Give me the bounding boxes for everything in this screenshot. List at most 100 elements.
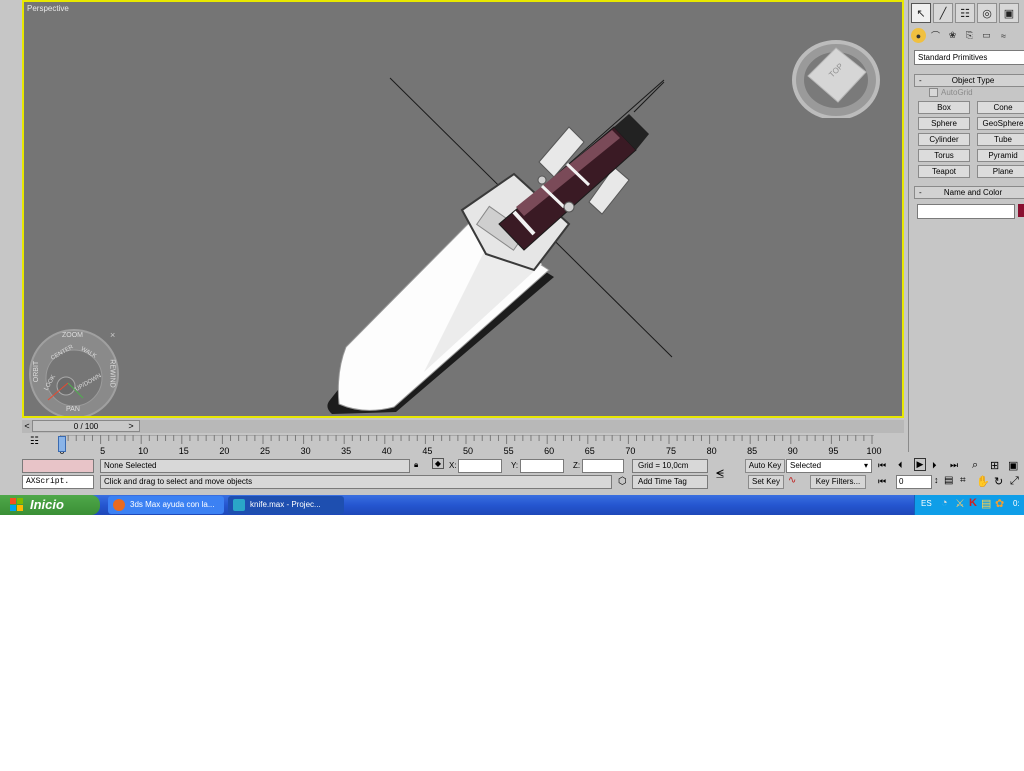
time-config-icon[interactable]: ▤ <box>944 475 953 486</box>
previous-frame-icon[interactable]: ⏴ <box>898 460 903 471</box>
name-color-rollout[interactable]: - Name and Color <box>914 186 1024 199</box>
category-dropdown[interactable]: Standard Primitives <box>914 50 1024 65</box>
messenger-icon[interactable]: ▤ <box>981 497 991 510</box>
lights-icon[interactable]: ❀ <box>945 28 960 43</box>
plane-button[interactable]: Plane <box>977 165 1024 178</box>
frame-spinner-icon[interactable]: ↕ <box>934 475 939 485</box>
z-label: Z: <box>573 461 581 470</box>
orbit-icon[interactable]: ↻ <box>994 475 1003 488</box>
firefox-icon <box>113 499 125 511</box>
zoom-icon[interactable]: ⌕ <box>972 459 978 472</box>
windows-logo-icon <box>10 498 23 511</box>
current-frame-marker[interactable] <box>58 436 66 452</box>
object-type-rollout[interactable]: - Object Type <box>914 74 1024 87</box>
language-indicator[interactable]: ES <box>921 499 932 508</box>
helpers-icon[interactable]: ▭ <box>979 28 994 43</box>
task-3dsmax[interactable]: knife.max - Projec... <box>228 496 344 514</box>
chevron-down-icon: ▾ <box>863 461 868 470</box>
viewcube[interactable]: TOP <box>792 36 880 120</box>
selected-dropdown-value: Selected <box>790 461 822 470</box>
update-icon[interactable]: ✿ <box>995 497 1004 510</box>
cameras-icon[interactable]: ⎘ <box>962 28 977 43</box>
knife-model[interactable] <box>24 2 902 416</box>
y-coordinate-field[interactable] <box>520 459 564 473</box>
current-frame-field[interactable]: 0 <box>896 475 932 489</box>
tube-button[interactable]: Tube <box>977 133 1024 146</box>
go-to-start-icon[interactable]: ⏮ <box>878 460 886 471</box>
pyramid-button[interactable]: Pyramid <box>977 149 1024 162</box>
set-key-icon[interactable]: ⪬ <box>716 465 724 482</box>
wheel-close-icon[interactable]: × <box>110 330 115 340</box>
display-tab-icon[interactable]: ▣ <box>999 3 1019 23</box>
slider-next-icon[interactable]: > <box>126 420 136 432</box>
wheel-pan[interactable]: PAN <box>66 406 80 413</box>
cylinder-button[interactable]: Cylinder <box>918 133 970 146</box>
volume-icon[interactable]: ◔ <box>941 497 948 509</box>
wheel-zoom[interactable]: ZOOM <box>62 332 83 339</box>
start-label: Inicio <box>30 497 64 512</box>
zoom-all-icon[interactable]: ⊞ <box>990 459 999 472</box>
create-tab-icon[interactable]: ↖ <box>911 3 931 23</box>
perspective-viewport[interactable]: Perspective TOP ZOOM ORBIT CENTER WALK R… <box>22 0 904 418</box>
shapes-icon[interactable]: ⌒ <box>928 28 943 43</box>
zoom-extents-icon[interactable]: ▣ <box>1008 459 1018 472</box>
start-button[interactable]: Inicio <box>0 495 100 515</box>
task-firefox[interactable]: 3ds Max ayuda con la... <box>108 496 224 514</box>
key-filters-button[interactable]: Key Filters... <box>810 475 866 489</box>
steering-wheel[interactable]: ZOOM ORBIT CENTER WALK REWIND LOOK UP/DO… <box>28 328 120 416</box>
antivirus-icon[interactable]: K <box>969 497 977 509</box>
box-button[interactable]: Box <box>918 101 970 114</box>
play-icon[interactable]: ▶ <box>914 458 926 471</box>
set-key-button[interactable]: Set Key <box>748 475 784 489</box>
windows-taskbar: Inicio 3ds Max ayuda con la... knife.max… <box>0 495 1024 515</box>
torus-button[interactable]: Torus <box>918 149 970 162</box>
wheel-orbit[interactable]: ORBIT <box>33 361 40 382</box>
clock: 0: <box>1013 499 1020 508</box>
cone-button[interactable]: Cone <box>977 101 1024 114</box>
motion-tab-icon[interactable]: ◎ <box>977 3 997 23</box>
maxscript-input[interactable]: AXScript. <box>22 475 94 489</box>
object-color-swatch[interactable] <box>1018 204 1024 217</box>
pan-icon[interactable]: ✋ <box>976 475 990 488</box>
curve-editor-icon[interactable]: ☷ <box>30 436 39 447</box>
go-to-end-icon[interactable]: ⏭ <box>950 460 958 471</box>
prompt-line: Click and drag to select and move object… <box>100 475 612 489</box>
auto-key-button[interactable]: Auto Key <box>745 459 785 473</box>
time-slider-thumb[interactable]: 0 / 100 <box>32 420 140 432</box>
checkbox-icon <box>929 88 938 97</box>
collapse-icon: - <box>919 188 922 197</box>
wheel-rewind[interactable]: REWIND <box>109 359 116 387</box>
command-panel: ↖ ╱ ☷ ◎ ▣ ● ⌒ ❀ ⎘ ▭ ≈ Standard Primitive… <box>908 0 1024 452</box>
z-coordinate-field[interactable] <box>582 459 624 473</box>
network-icon[interactable]: ⚔ <box>955 497 965 510</box>
teapot-button[interactable]: Teapot <box>918 165 970 178</box>
x-coordinate-field[interactable] <box>458 459 502 473</box>
next-frame-icon[interactable]: ⏵ <box>932 460 937 471</box>
region-zoom-icon[interactable]: ⌗ <box>960 475 966 486</box>
key-mode-icon[interactable]: ⏮ <box>878 476 886 487</box>
spacewarps-icon[interactable]: ≈ <box>996 28 1011 43</box>
modify-tab-icon[interactable]: ╱ <box>933 3 953 23</box>
hierarchy-tab-icon[interactable]: ☷ <box>955 3 975 23</box>
add-time-tag[interactable]: Add Time Tag <box>632 475 708 489</box>
geometry-icon[interactable]: ● <box>911 28 926 43</box>
wheel-center <box>56 376 76 396</box>
geosphere-button[interactable]: GeoSphere <box>977 117 1024 130</box>
create-subtabs: ● ⌒ ❀ ⎘ ▭ ≈ <box>911 28 1011 43</box>
autogrid-checkbox[interactable]: AutoGrid <box>929 88 973 97</box>
maxscript-listener-pink[interactable] <box>22 459 94 473</box>
3dsmax-window: Perspective TOP ZOOM ORBIT CENTER WALK R… <box>0 0 1024 515</box>
object-name-field[interactable] <box>917 204 1015 219</box>
lock-icon[interactable]: 🔒︎ <box>414 460 418 470</box>
status-bar: AXScript. None Selected Click and drag t… <box>0 455 1024 495</box>
autogrid-label: AutoGrid <box>941 88 973 97</box>
transform-mode-icon[interactable]: ◆ <box>432 458 444 469</box>
sphere-button[interactable]: Sphere <box>918 117 970 130</box>
time-slider[interactable]: < 0 / 100 > <box>22 420 904 433</box>
slider-prev-icon[interactable]: < <box>22 420 32 432</box>
maximize-viewport-icon[interactable]: ⤢ <box>1010 475 1019 488</box>
time-tag-icon[interactable]: ⬡ <box>618 476 627 487</box>
selected-dropdown[interactable]: Selected ▾ <box>786 459 872 473</box>
key-curve-icon[interactable]: ∿ <box>788 475 796 486</box>
command-panel-tabs: ↖ ╱ ☷ ◎ ▣ <box>911 3 1019 23</box>
